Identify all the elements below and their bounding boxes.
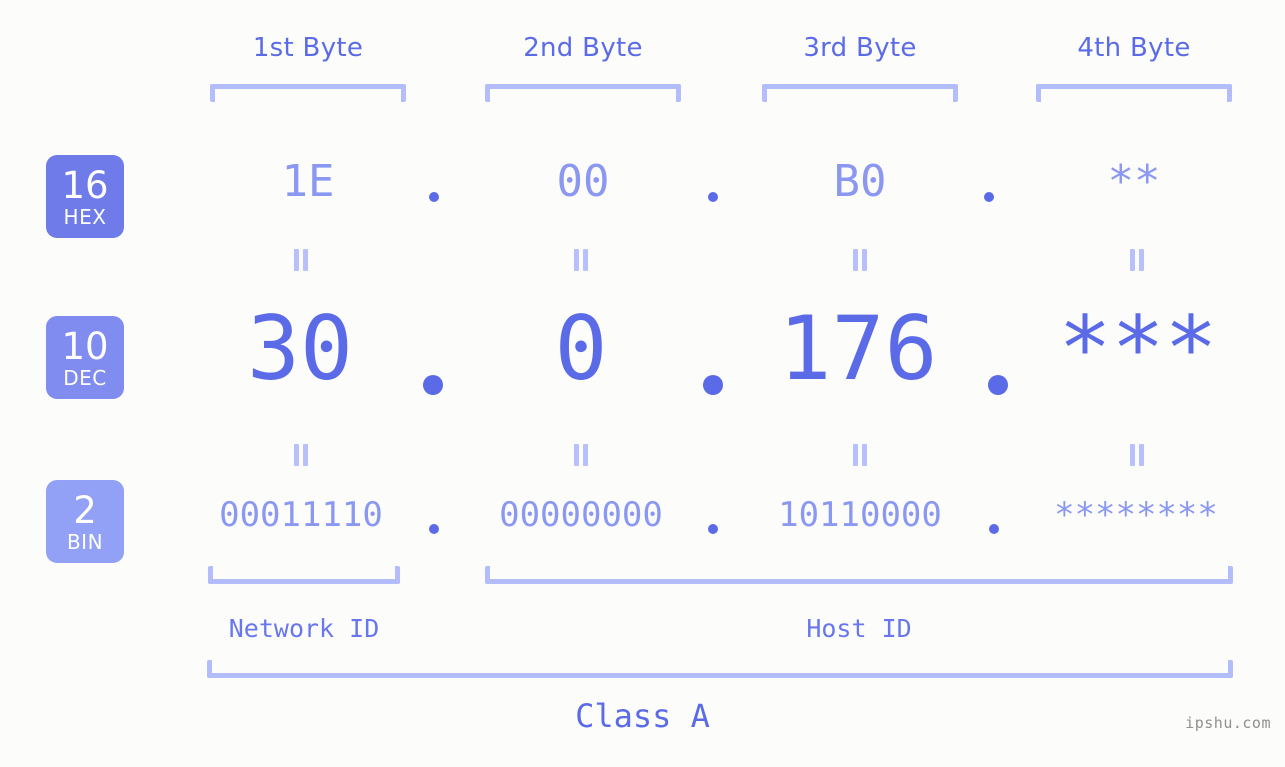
base-badge-bin: 2 BIN <box>46 480 124 563</box>
dec-octet-2: 0 <box>554 297 608 400</box>
hex-separator-dot-3 <box>984 192 994 202</box>
base-badge-hex: 16 HEX <box>46 155 124 238</box>
equals-icon-hex-dec-1 <box>292 249 310 271</box>
hex-separator-dot-1 <box>429 192 439 202</box>
dec-separator-dot-2 <box>703 375 723 395</box>
bin-octet-3: 10110000 <box>778 495 942 535</box>
base-badge-dec-label: DEC <box>63 365 107 390</box>
equals-icon-hex-dec-2 <box>572 249 590 271</box>
byte-bracket-3 <box>762 84 958 102</box>
dec-octet-4: *** <box>1058 297 1218 400</box>
network-id-bracket <box>208 566 400 584</box>
base-badge-hex-label: HEX <box>63 204 107 229</box>
dec-octet-1: 30 <box>247 297 353 400</box>
bin-octet-4: ******** <box>1054 495 1218 535</box>
hex-separator-dot-2 <box>708 192 718 202</box>
equals-icon-dec-bin-2 <box>572 444 590 466</box>
bin-separator-dot-3 <box>989 524 999 534</box>
equals-icon-dec-bin-3 <box>851 444 869 466</box>
bin-octet-1: 00011110 <box>219 495 383 535</box>
host-id-label: Host ID <box>806 614 912 643</box>
class-bracket <box>207 660 1233 678</box>
byte-header-4: 4th Byte <box>1077 33 1191 63</box>
base-badge-hex-number: 16 <box>61 163 109 207</box>
hex-octet-2: 00 <box>556 156 610 207</box>
dec-separator-dot-3 <box>988 375 1008 395</box>
byte-header-3: 3rd Byte <box>803 33 917 63</box>
base-badge-bin-number: 2 <box>73 488 97 532</box>
dec-octet-3: 176 <box>778 297 938 400</box>
bin-separator-dot-1 <box>429 524 439 534</box>
class-label: Class A <box>575 697 710 735</box>
equals-icon-dec-bin-1 <box>292 444 310 466</box>
host-id-bracket <box>485 566 1233 584</box>
byte-header-1: 1st Byte <box>252 33 364 63</box>
equals-icon-dec-bin-4 <box>1128 444 1146 466</box>
hex-octet-4: ** <box>1107 156 1161 207</box>
base-badge-dec-number: 10 <box>61 324 109 368</box>
equals-icon-hex-dec-4 <box>1128 249 1146 271</box>
bin-separator-dot-2 <box>708 524 718 534</box>
hex-octet-3: B0 <box>833 156 887 207</box>
byte-bracket-2 <box>485 84 681 102</box>
equals-icon-hex-dec-3 <box>851 249 869 271</box>
base-badge-dec: 10 DEC <box>46 316 124 399</box>
network-id-label: Network ID <box>228 614 380 643</box>
ip-address-breakdown-diagram: 1st Byte 2nd Byte 3rd Byte 4th Byte 16 H… <box>0 0 1285 767</box>
byte-header-2: 2nd Byte <box>523 33 643 63</box>
base-badge-bin-label: BIN <box>66 529 104 554</box>
hex-octet-1: 1E <box>281 156 335 207</box>
site-watermark: ipshu.com <box>1185 714 1271 732</box>
byte-bracket-4 <box>1036 84 1232 102</box>
dec-separator-dot-1 <box>423 375 443 395</box>
byte-bracket-1 <box>210 84 406 102</box>
bin-octet-2: 00000000 <box>499 495 663 535</box>
